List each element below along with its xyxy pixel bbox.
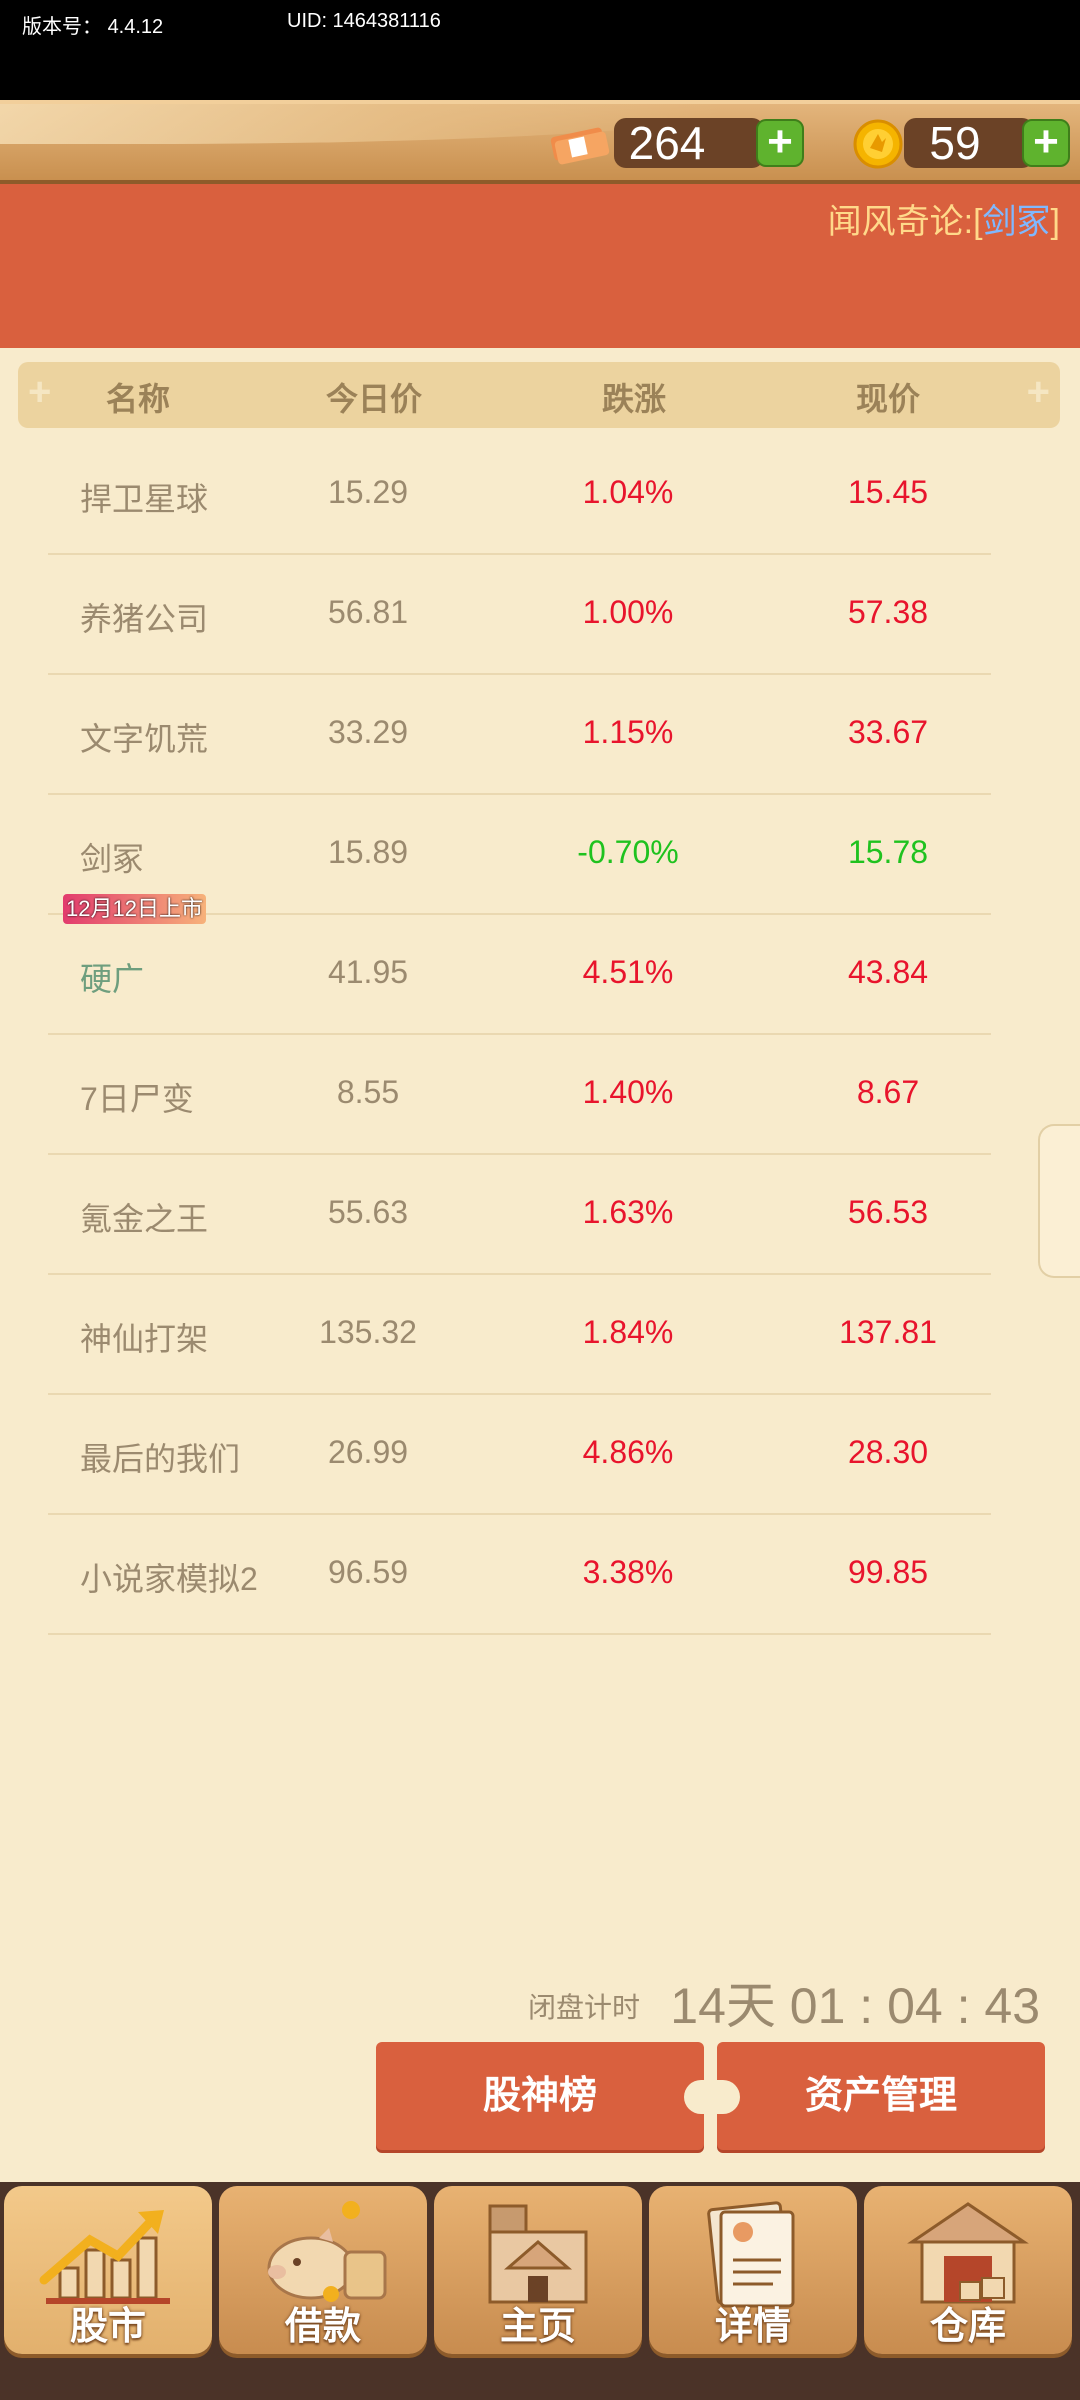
stock-name: 剑冢 xyxy=(80,841,145,877)
stock-name: 捍卫星球 xyxy=(80,481,209,517)
price-change: 1.15% xyxy=(582,714,674,750)
document-icon xyxy=(707,2201,795,2308)
column-header-current-price: 现价 xyxy=(856,381,921,417)
table-row[interactable]: 捍卫星球 15.29 1.04% 15.45 xyxy=(48,434,991,555)
nav-loan[interactable]: 借款 xyxy=(219,2186,427,2354)
version-text: 版本号： 4.4.12 xyxy=(22,16,164,38)
today-price: 55.63 xyxy=(327,1194,409,1230)
price-change: 1.04% xyxy=(582,474,674,510)
timer-label: 闭盘计时 xyxy=(527,1992,640,2023)
table-row[interactable]: 最后的我们 26.99 4.86% 28.30 xyxy=(48,1394,991,1515)
nav-label: 股市 xyxy=(69,2306,146,2348)
nav-label: 借款 xyxy=(284,2306,361,2348)
current-price: 15.45 xyxy=(847,474,929,510)
table-header: + 名称 今日价 跌涨 现价 + xyxy=(18,362,1060,428)
column-header-change: 跌涨 xyxy=(602,381,667,417)
cash-amount: 264 xyxy=(614,118,764,168)
nav-stock-market[interactable]: 股市 xyxy=(4,2186,212,2354)
column-header-today-price: 今日价 xyxy=(326,381,423,417)
nav-label: 主页 xyxy=(499,2306,576,2348)
stock-name: 养猪公司 xyxy=(80,601,209,637)
nav-home[interactable]: 主页 xyxy=(434,2186,642,2354)
side-drawer-handle[interactable] xyxy=(1038,1124,1080,1278)
today-price: 15.89 xyxy=(327,834,409,870)
today-price: 26.99 xyxy=(327,1434,409,1470)
stock-name: 氪金之王 xyxy=(80,1201,209,1237)
price-change: 1.00% xyxy=(582,594,674,630)
header-ornament-left: + xyxy=(28,370,52,414)
price-change: 4.51% xyxy=(582,954,674,990)
timer-value: 14天 01 : 04 : 43 xyxy=(670,1978,1040,2034)
current-price: 43.84 xyxy=(847,954,929,990)
stock-name: 硬广 xyxy=(80,961,145,997)
current-price: 137.81 xyxy=(839,1314,937,1350)
price-change: -0.70% xyxy=(577,834,679,870)
current-price: 8.67 xyxy=(856,1074,920,1110)
column-header-name: 名称 xyxy=(106,381,171,417)
table-row[interactable]: 氪金之王 55.63 1.63% 56.53 xyxy=(48,1154,991,1275)
current-price: 57.38 xyxy=(847,594,929,630)
price-change: 1.40% xyxy=(582,1074,674,1110)
current-price: 99.85 xyxy=(847,1554,929,1590)
button-connector xyxy=(684,2080,740,2114)
listing-date-badge: 12月12日上市 xyxy=(63,894,206,924)
current-price: 15.78 xyxy=(847,834,929,870)
stock-name: 7日尸变 xyxy=(80,1081,194,1117)
today-price: 135.32 xyxy=(319,1314,417,1350)
table-row[interactable]: 12月12日上市 硬广 41.95 4.51% 43.84 xyxy=(48,894,991,1035)
price-change: 1.84% xyxy=(582,1314,674,1350)
current-price: 56.53 xyxy=(847,1194,929,1230)
coin-icon xyxy=(853,119,903,169)
news-title[interactable]: 闻风奇论:[剑冢] xyxy=(828,194,1060,243)
piggy-bank-icon xyxy=(267,2201,387,2302)
nav-label: 仓库 xyxy=(929,2306,1006,2348)
asset-management-button[interactable]: 资产管理 xyxy=(717,2042,1045,2150)
table-row[interactable]: 7日尸变 8.55 1.40% 8.67 xyxy=(48,1034,991,1155)
add-cash-button[interactable]: + xyxy=(756,119,804,167)
table-row[interactable]: 文字饥荒 33.29 1.15% 33.67 xyxy=(48,674,991,795)
news-banner: 闻风奇论:[剑冢] xyxy=(0,184,1080,348)
today-price: 15.29 xyxy=(327,474,409,510)
nav-label: 详情 xyxy=(714,2306,791,2348)
today-price: 33.29 xyxy=(327,714,409,750)
header-ornament-right: + xyxy=(1026,370,1050,414)
today-price: 96.59 xyxy=(327,1554,409,1590)
price-change: 1.63% xyxy=(582,1194,674,1230)
uid-text: UID: 1464381116 xyxy=(287,10,441,32)
stock-name: 小说家模拟2 xyxy=(80,1561,258,1597)
price-change: 4.86% xyxy=(582,1434,674,1470)
warehouse-icon xyxy=(907,2202,1029,2304)
today-price: 56.81 xyxy=(327,594,409,630)
cash-icon xyxy=(550,127,610,165)
stock-name: 文字饥荒 xyxy=(80,721,209,757)
nav-details[interactable]: 详情 xyxy=(649,2186,857,2354)
coin-amount: 59 xyxy=(904,118,1034,168)
stock-chart-icon xyxy=(39,2210,170,2304)
current-price: 28.30 xyxy=(847,1434,929,1470)
price-change: 3.38% xyxy=(582,1554,674,1590)
table-row[interactable]: 小说家模拟2 96.59 3.38% 99.85 xyxy=(48,1514,991,1635)
today-price: 41.95 xyxy=(327,954,409,990)
current-price: 33.67 xyxy=(847,714,929,750)
today-price: 8.55 xyxy=(336,1074,400,1110)
nav-warehouse[interactable]: 仓库 xyxy=(864,2186,1072,2354)
leaderboard-button[interactable]: 股神榜 xyxy=(376,2042,704,2150)
resource-bar: 264 + 59 + xyxy=(0,100,1080,184)
status-bar: 版本号： 4.4.12 UID: 1464381116 xyxy=(0,0,1080,100)
stock-name: 最后的我们 xyxy=(80,1441,241,1477)
table-row[interactable]: 神仙打架 135.32 1.84% 137.81 xyxy=(48,1274,991,1395)
house-icon xyxy=(488,2204,588,2304)
table-row[interactable]: 养猪公司 56.81 1.00% 57.38 xyxy=(48,554,991,675)
add-coin-button[interactable]: + xyxy=(1022,119,1070,167)
stock-name: 神仙打架 xyxy=(80,1321,209,1357)
